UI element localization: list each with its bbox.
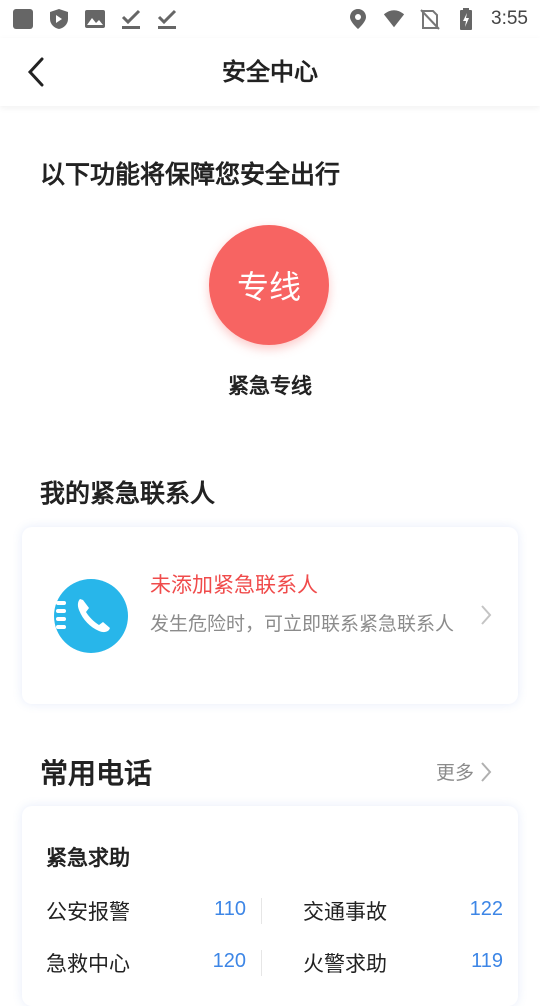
shield-icon bbox=[48, 8, 70, 30]
phone-number: 119 bbox=[471, 950, 503, 972]
contact-status-title: 未添加紧急联系人 bbox=[150, 573, 318, 597]
phone-number: 120 bbox=[212, 950, 246, 972]
emergency-contact-section-title: 我的紧急联系人 bbox=[40, 479, 216, 508]
wifi-icon bbox=[383, 8, 405, 30]
phone-name: 急救中心 bbox=[46, 952, 130, 976]
phone-group-title: 紧急求助 bbox=[46, 846, 130, 870]
phone-row: 公安报警 110 交通事故 122 bbox=[22, 890, 518, 930]
battery-charging-icon bbox=[455, 8, 477, 30]
nav-bar: 安全中心 bbox=[0, 38, 540, 106]
emergency-hotline-button[interactable]: 专线 bbox=[209, 225, 329, 345]
phone-name: 火警求助 bbox=[303, 952, 387, 976]
phone-number: 122 bbox=[469, 898, 503, 920]
common-phones-card: 紧急求助 公安报警 110 交通事故 122 急救中心 120 火警求助 119 bbox=[22, 806, 518, 1006]
hotline-text: 专线 bbox=[236, 268, 301, 306]
contact-description: 发生危险时，可立即联系紧急联系人 bbox=[150, 613, 455, 635]
phone-name: 交通事故 bbox=[303, 900, 387, 924]
status-bar: 3:55 bbox=[0, 0, 540, 38]
features-title: 以下功能将保障您安全出行 bbox=[40, 160, 341, 189]
status-time: 3:55 bbox=[491, 8, 528, 29]
phone-entry[interactable]: 公安报警 110 bbox=[46, 890, 246, 930]
phone-row: 急救中心 120 火警求助 119 bbox=[22, 942, 518, 982]
chevron-right-icon bbox=[480, 604, 492, 630]
back-button[interactable] bbox=[18, 54, 54, 90]
divider bbox=[261, 898, 262, 924]
phone-entry[interactable]: 急救中心 120 bbox=[46, 942, 246, 982]
app-icon bbox=[12, 8, 34, 30]
page-title: 安全中心 bbox=[222, 58, 318, 86]
phone-entry[interactable]: 火警求助 119 bbox=[303, 942, 503, 982]
more-link[interactable]: 更多 bbox=[436, 758, 492, 785]
hotline-label: 紧急专线 bbox=[228, 374, 312, 398]
location-icon bbox=[347, 8, 369, 30]
image-icon bbox=[84, 8, 106, 30]
chevron-right-icon bbox=[481, 761, 492, 782]
more-label: 更多 bbox=[435, 762, 474, 784]
emergency-contact-card[interactable]: 未添加紧急联系人 发生危险时，可立即联系紧急联系人 bbox=[22, 527, 518, 704]
phone-number: 110 bbox=[214, 898, 246, 920]
phone-icon bbox=[54, 579, 128, 653]
common-phones-title: 常用电话 bbox=[40, 757, 153, 790]
download-done-icon bbox=[120, 8, 142, 30]
chevron-left-icon bbox=[27, 57, 44, 87]
phone-entry[interactable]: 交通事故 122 bbox=[303, 890, 503, 930]
phone-name: 公安报警 bbox=[46, 900, 130, 924]
divider bbox=[261, 950, 262, 976]
no-sim-icon bbox=[419, 8, 441, 30]
download-done-icon bbox=[156, 8, 178, 30]
